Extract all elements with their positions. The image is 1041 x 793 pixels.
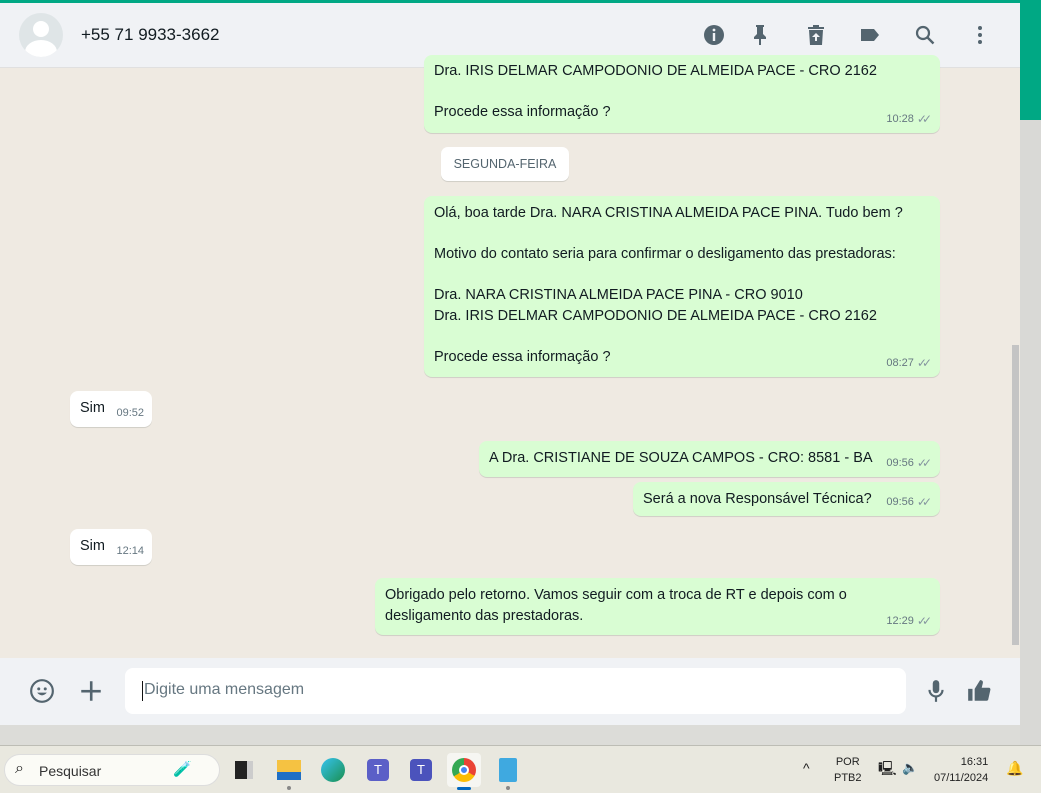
edge-icon[interactable] [316,753,350,787]
teams-classic-icon[interactable]: T [361,753,395,787]
message-bubble: A Dra. CRISTIANE DE SOUZA CAMPOS - CRO: … [479,441,940,477]
message-text: Motivo do contato seria para confirmar o… [434,246,896,262]
search-label: Pesquisar [39,763,102,779]
message-time: 09:56 [886,456,914,469]
message-time: 08:27 [886,356,914,369]
message-bubble: Será a nova Responsável Técnica? 09:56 ✓✓ [633,482,940,516]
message-time: 09:56 [886,495,914,508]
taskbar: ⌕ Pesquisar 🧪 T T ^ POR PTB2 🖳 🔈 16:31 07/… [0,745,1041,793]
message-time: 12:14 [116,544,144,557]
clock-time: 16:31 [960,756,989,768]
chrome-icon[interactable] [447,753,481,790]
message-text: Dra. NARA CRISTINA ALMEIDA PACE PINA - C… [434,287,803,303]
message-text [434,265,930,286]
keyboard-layout: PTB2 [834,772,862,784]
search-icon: ⌕ [15,760,24,777]
message-bubble: Sim 09:52 [70,391,152,427]
message-time: 09:52 [116,406,144,419]
contact-name[interactable]: +55 71 9933-3662 [81,25,220,45]
search-highlight-icon: 🧪 [173,761,192,778]
chat-scrollbar[interactable] [1012,70,1019,658]
read-ticks-icon: ✓✓ [916,455,932,470]
teams-icon[interactable]: T [404,753,438,787]
message-text: Dra. IRIS DELMAR CAMPODONIO DE ALMEIDA P… [434,307,877,324]
message-text: Olá, boa tarde Dra. NARA CRISTINA ALMEID… [434,205,903,221]
message-text [434,326,930,347]
attach-plus-icon[interactable] [77,677,105,705]
message-text: A Dra. CRISTIANE DE SOUZA CAMPOS - CRO: … [489,450,873,466]
notepad-icon[interactable] [491,753,525,790]
whatsapp-window: +55 71 9933-3662 Dra. IRIS DELMAR CAMPOD… [0,0,1020,725]
message-text: Procede essa informação ? [434,348,611,365]
emoji-icon[interactable] [28,677,56,705]
network-icon[interactable]: 🖳 [878,760,897,776]
message-bubble: Obrigado pelo retorno. Vamos seguir com … [375,578,940,635]
message-time: 12:29 [886,614,914,627]
avatar[interactable] [19,13,63,57]
message-text: Dra. IRIS DELMAR CAMPODONIO DE ALMEIDA P… [434,63,877,79]
message-text [434,224,930,245]
taskbar-search[interactable]: ⌕ Pesquisar 🧪 [4,754,220,786]
read-ticks-icon: ✓✓ [916,355,932,370]
read-ticks-icon: ✓✓ [916,613,932,628]
search-icon[interactable] [911,21,939,49]
message-text [434,82,930,103]
notification-bell-icon[interactable]: 🔔 [1006,760,1023,776]
message-text: desligamento das prestadoras. [385,607,584,624]
message-bubble: Sim 12:14 [70,529,152,565]
read-ticks-icon: ✓✓ [916,111,932,126]
pin-icon[interactable] [746,21,774,49]
language-indicator[interactable]: POR PTB2 [834,754,862,786]
file-explorer-icon[interactable] [272,753,306,790]
scrollbar-thumb[interactable] [1012,345,1019,645]
message-bubble: Dra. IRIS DELMAR CAMPODONIO DE ALMEIDA P… [424,55,940,133]
tray-chevron-icon[interactable]: ^ [803,760,810,776]
message-text: Procede essa informação ? [434,104,611,120]
clock[interactable]: 16:31 07/11/2024 [934,754,988,786]
message-bubble: Olá, boa tarde Dra. NARA CRISTINA ALMEID… [424,196,940,377]
composer: Digite uma mensagem [0,658,1020,725]
delete-icon[interactable] [802,21,830,49]
message-text: Obrigado pelo retorno. Vamos seguir com … [385,587,847,603]
message-time: 10:28 [886,112,914,125]
date-divider: SEGUNDA-FEIRA [441,147,569,181]
thumbs-up-icon[interactable] [965,677,993,705]
message-input[interactable]: Digite uma mensagem [125,668,906,714]
browser-side-strip [1020,0,1041,745]
language-code: POR [835,756,860,768]
microphone-icon[interactable] [922,677,950,705]
read-ticks-icon: ✓✓ [916,494,932,509]
menu-icon[interactable] [966,21,994,49]
task-view-icon[interactable] [227,753,261,787]
clock-date: 07/11/2024 [934,772,989,784]
label-icon[interactable] [856,21,884,49]
info-icon[interactable] [700,21,728,49]
volume-icon[interactable]: 🔈 [902,760,918,776]
